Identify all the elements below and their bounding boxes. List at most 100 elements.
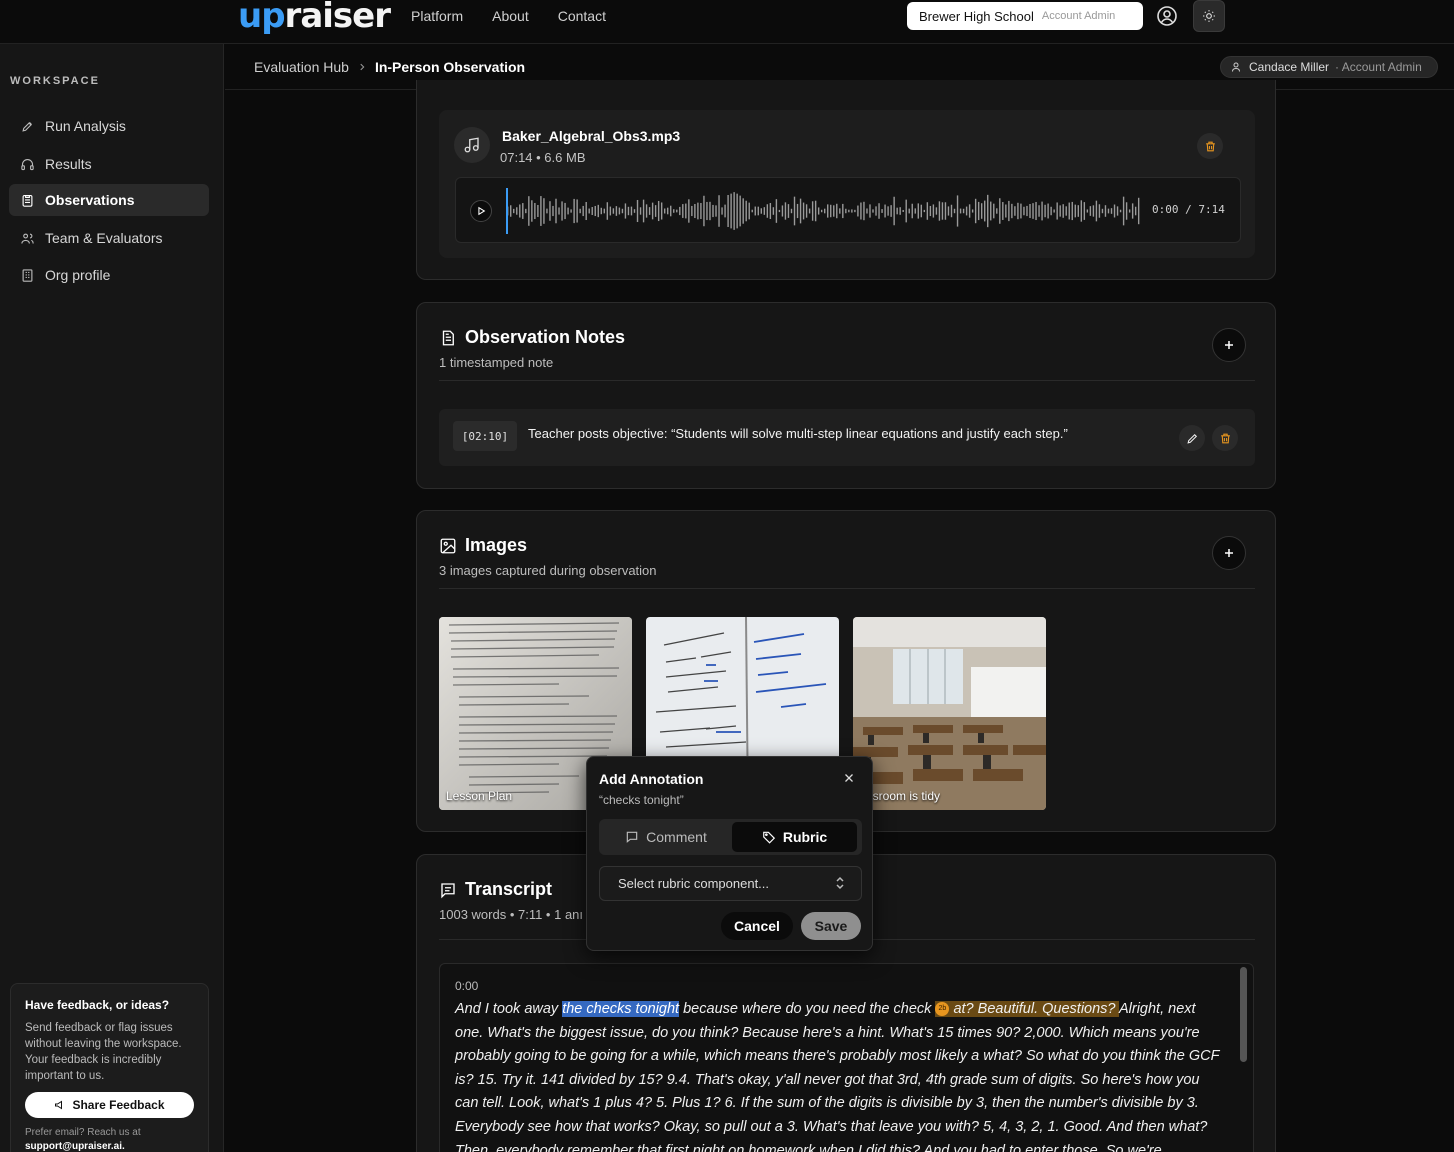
nav-platform[interactable]: Platform: [411, 8, 463, 24]
annotation-type-toggle: Comment Rubric: [599, 819, 862, 855]
waveform-bar: [805, 204, 808, 218]
feedback-title: Have feedback, or ideas?: [25, 998, 170, 1012]
waveform-bar: [579, 208, 581, 214]
waveform-bar: [676, 209, 678, 213]
waveform-bar: [890, 205, 892, 217]
waveform-bar: [633, 209, 636, 213]
user-badge[interactable]: Candace Miller · Account Admin: [1220, 56, 1438, 78]
annotation-highlight[interactable]: 2b at? Beautiful. Questions?: [935, 1001, 1119, 1017]
note-timestamp[interactable]: [02:10]: [453, 421, 517, 451]
email-prefix: Prefer email? Reach us at: [25, 1127, 141, 1138]
waveform-bar: [959, 208, 962, 214]
school-selector[interactable]: Brewer High School Account Admin: [907, 2, 1143, 30]
notes-title-text: Observation Notes: [465, 327, 626, 347]
waveform-bar: [833, 205, 835, 217]
waveform-bar: [706, 201, 708, 221]
delete-audio-button[interactable]: [1197, 133, 1223, 159]
playhead[interactable]: [506, 188, 508, 234]
waveform-bar: [947, 206, 950, 216]
transcript-segment: because where do you need the check: [679, 1001, 936, 1017]
waveform-bar: [718, 195, 720, 227]
rubric-component-select[interactable]: Select rubric component...: [599, 866, 862, 901]
nav-about[interactable]: About: [492, 8, 529, 24]
sidebar-item-team[interactable]: Team & Evaluators: [9, 222, 209, 254]
waveform-bar: [1125, 202, 1128, 220]
waveform-bar: [1110, 208, 1113, 214]
waveform-bar: [820, 209, 823, 213]
waveform-bar: [609, 206, 612, 216]
close-icon[interactable]: [843, 771, 855, 789]
delete-note-button[interactable]: [1212, 425, 1238, 451]
user-circle-icon[interactable]: [1155, 4, 1179, 28]
image-thumbnail-classroom[interactable]: assroom is tidy: [853, 617, 1046, 810]
waveform-bar: [757, 206, 759, 216]
waveform-bar: [531, 200, 533, 222]
sidebar-item-results[interactable]: Results: [9, 148, 209, 180]
waveform-bar: [663, 208, 666, 214]
tab-rubric[interactable]: Rubric: [732, 822, 857, 852]
feedback-body: Send feedback or flag issues without lea…: [25, 1022, 182, 1082]
waveform-bar: [941, 202, 944, 220]
waveform-bar: [1050, 206, 1052, 216]
waveform-bar: [793, 196, 796, 226]
waveform-bar: [739, 195, 741, 227]
waveform-bar: [1020, 203, 1022, 219]
edit-note-button[interactable]: [1179, 425, 1205, 451]
waveform-bar: [754, 206, 756, 216]
waveform-bar: [697, 202, 699, 220]
waveform-bar: [965, 206, 968, 216]
play-icon: [478, 206, 486, 216]
tab-comment[interactable]: Comment: [602, 822, 730, 852]
waveform-scrubber[interactable]: [506, 188, 1140, 234]
waveform-bar: [984, 200, 986, 222]
message-lines-icon: [441, 882, 455, 898]
users-icon: [21, 233, 34, 244]
waveform-bar: [827, 204, 829, 218]
waveform-bar: [615, 206, 618, 216]
save-button[interactable]: Save: [801, 912, 861, 940]
transcript-scrollbar[interactable]: [1240, 967, 1247, 1062]
waveform-bar: [561, 201, 563, 221]
waveform-bar: [742, 198, 744, 224]
waveform-bar: [651, 202, 654, 220]
waveform-bar: [1137, 197, 1140, 225]
waveform-bar: [878, 203, 880, 219]
waveform-bar: [1041, 201, 1043, 221]
nav-contact[interactable]: Contact: [558, 8, 606, 24]
selected-text-highlight[interactable]: the checks tonight: [562, 1001, 680, 1017]
transcript-text-area[interactable]: 0:00 And I took away the checks tonight …: [439, 963, 1254, 1152]
add-note-button[interactable]: [1212, 328, 1246, 362]
top-bar: upraiser Platform About Contact Brewer H…: [0, 0, 1454, 44]
waveform-bar: [908, 208, 910, 214]
waveform-bar: [673, 209, 675, 213]
share-feedback-button[interactable]: Share Feedback: [25, 1092, 194, 1118]
support-email-link[interactable]: support@upraiser.ai.: [25, 1141, 125, 1152]
waveform-bar: [645, 204, 648, 218]
transcript-text[interactable]: And I took away the checks tonight becau…: [455, 998, 1225, 1152]
audio-file-meta: 07:14 • 6.6 MB: [500, 150, 586, 165]
waveform-bar: [1074, 204, 1076, 218]
cancel-button[interactable]: Cancel: [721, 912, 793, 940]
sidebar-item-observations[interactable]: Observations: [9, 184, 209, 216]
annotation-badge[interactable]: 2b: [935, 1002, 950, 1017]
waveform-bar: [1116, 206, 1119, 216]
waveform-bar: [1038, 205, 1040, 217]
waveform-bar: [1005, 204, 1007, 218]
sidebar-item-org-profile[interactable]: Org profile: [9, 259, 209, 291]
waveform-bar: [766, 204, 769, 218]
breadcrumb-parent[interactable]: Evaluation Hub: [254, 59, 349, 75]
waveform-bar: [546, 208, 548, 214]
waveform-bar: [537, 205, 539, 217]
building-icon: [22, 268, 33, 282]
transcript-start-time: 0:00: [455, 979, 479, 993]
upraiser-logo[interactable]: upraiser: [238, 0, 391, 36]
image-icon: [440, 538, 456, 553]
theme-toggle-button[interactable]: [1193, 0, 1225, 32]
add-image-button[interactable]: [1212, 536, 1246, 570]
play-button[interactable]: [470, 200, 492, 222]
school-name: Brewer High School: [919, 8, 1034, 24]
waveform-bar: [778, 209, 781, 213]
chevron-up-down-icon: [836, 876, 844, 890]
sidebar-item-run-analysis[interactable]: Run Analysis: [9, 110, 209, 142]
waveform-bar: [1083, 202, 1086, 220]
